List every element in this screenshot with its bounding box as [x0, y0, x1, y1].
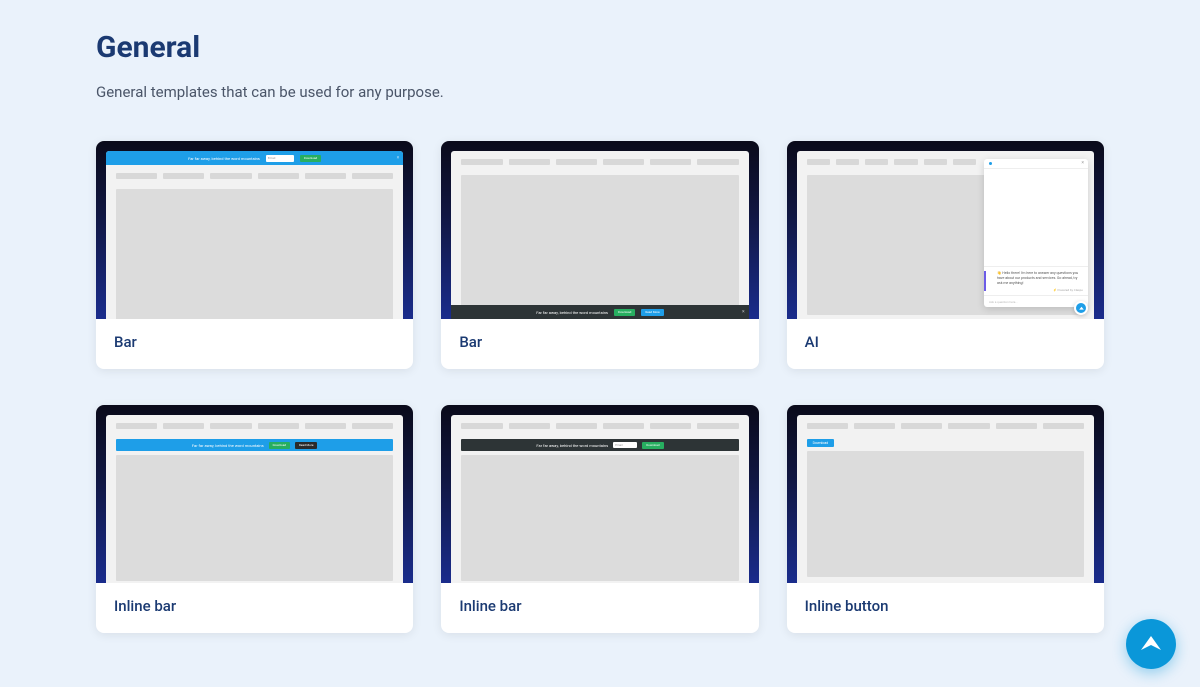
- demo-bar-button-secondary: Read More: [641, 309, 663, 316]
- template-preview: × 👋 Hello there! I'm here to answer any …: [787, 141, 1104, 319]
- demo-chat-body: [984, 169, 1088, 266]
- wireframe-body: [807, 451, 1084, 577]
- close-icon: ×: [742, 309, 745, 315]
- close-icon: ×: [1081, 160, 1084, 166]
- section-subtitle: General templates that can be used for a…: [96, 83, 1104, 101]
- template-label: Bar: [441, 319, 758, 369]
- demo-chat-greeting: 👋 Hello there! I'm here to answer any qu…: [989, 271, 1083, 286]
- template-card-bar-top[interactable]: Far far away, behind the word mountains …: [96, 141, 413, 369]
- chevron-up-icon: [1078, 305, 1085, 312]
- wireframe-body: [116, 455, 393, 581]
- demo-bar-button-primary: Download: [642, 442, 663, 449]
- demo-bar-button-secondary: Read More: [295, 442, 317, 449]
- wireframe-nav: [451, 151, 748, 171]
- template-card-inline-bar-blue[interactable]: Far far away, behind the word mountains …: [96, 405, 413, 633]
- template-card-bar-bottom[interactable]: Far far away, behind the word mountains …: [441, 141, 758, 369]
- wireframe-nav: [451, 415, 748, 435]
- template-preview: Download: [787, 405, 1104, 583]
- demo-bar-message: Far far away, behind the word mountains: [188, 156, 260, 161]
- wireframe-nav: [797, 415, 1094, 435]
- demo-bar-message: Far far away, behind the word mountains: [536, 443, 608, 448]
- template-label: Bar: [96, 319, 413, 369]
- demo-chat-launcher: [1074, 301, 1088, 315]
- demo-chat-header: ×: [984, 159, 1088, 169]
- chevron-up-icon: [1139, 632, 1163, 656]
- demo-chat-message: 👋 Hello there! I'm here to answer any qu…: [984, 266, 1088, 295]
- template-preview: Far far away, behind the word mountains …: [441, 141, 758, 319]
- demo-bar-message: Far far away, behind the word mountains: [536, 310, 608, 315]
- demo-chat-input: Ask a question here... ➤: [984, 295, 1088, 307]
- demo-bar-bottom: Far far away, behind the word mountains …: [451, 305, 748, 319]
- demo-chat-widget: × 👋 Hello there! I'm here to answer any …: [984, 159, 1088, 307]
- template-card-inline-bar-dark[interactable]: Far far away, behind the word mountains …: [441, 405, 758, 633]
- template-label: AI: [787, 319, 1104, 369]
- demo-bar-button-primary: Download: [269, 442, 290, 449]
- template-label: Inline button: [787, 583, 1104, 633]
- demo-chat-powered-by: ⚡ Powered by Claspo: [989, 288, 1083, 292]
- template-card-ai[interactable]: × 👋 Hello there! I'm here to answer any …: [787, 141, 1104, 369]
- help-fab[interactable]: [1126, 619, 1176, 669]
- template-label: Inline bar: [441, 583, 758, 633]
- template-preview: Far far away, behind the word mountains …: [96, 141, 413, 319]
- wireframe-body: [461, 175, 738, 315]
- wireframe-body: [116, 189, 393, 319]
- wireframe-body: [461, 455, 738, 581]
- close-icon: ×: [397, 155, 400, 161]
- demo-bar-message: Far far away, behind the word mountains: [192, 443, 264, 448]
- demo-bar-button-primary: Download: [614, 309, 635, 316]
- demo-bar-input: Email: [266, 155, 294, 162]
- template-card-inline-button[interactable]: Download Inline button: [787, 405, 1104, 633]
- demo-bar-button-primary: Download: [300, 155, 321, 162]
- template-grid: Far far away, behind the word mountains …: [96, 141, 1104, 633]
- template-preview: Far far away, behind the word mountains …: [96, 405, 413, 583]
- demo-inline-button: Download: [807, 439, 835, 447]
- template-label: Inline bar: [96, 583, 413, 633]
- section-title: General: [96, 30, 1104, 65]
- demo-chat-input-placeholder: Ask a question here...: [989, 300, 1018, 304]
- demo-bar-input: Email: [613, 442, 637, 448]
- demo-bar-top: Far far away, behind the word mountains …: [106, 151, 403, 165]
- template-preview: Far far away, behind the word mountains …: [441, 405, 758, 583]
- wireframe-nav: [106, 165, 403, 185]
- demo-inline-bar: Far far away, behind the word mountains …: [116, 439, 393, 451]
- demo-inline-bar: Far far away, behind the word mountains …: [461, 439, 738, 451]
- wireframe-nav: [106, 415, 403, 435]
